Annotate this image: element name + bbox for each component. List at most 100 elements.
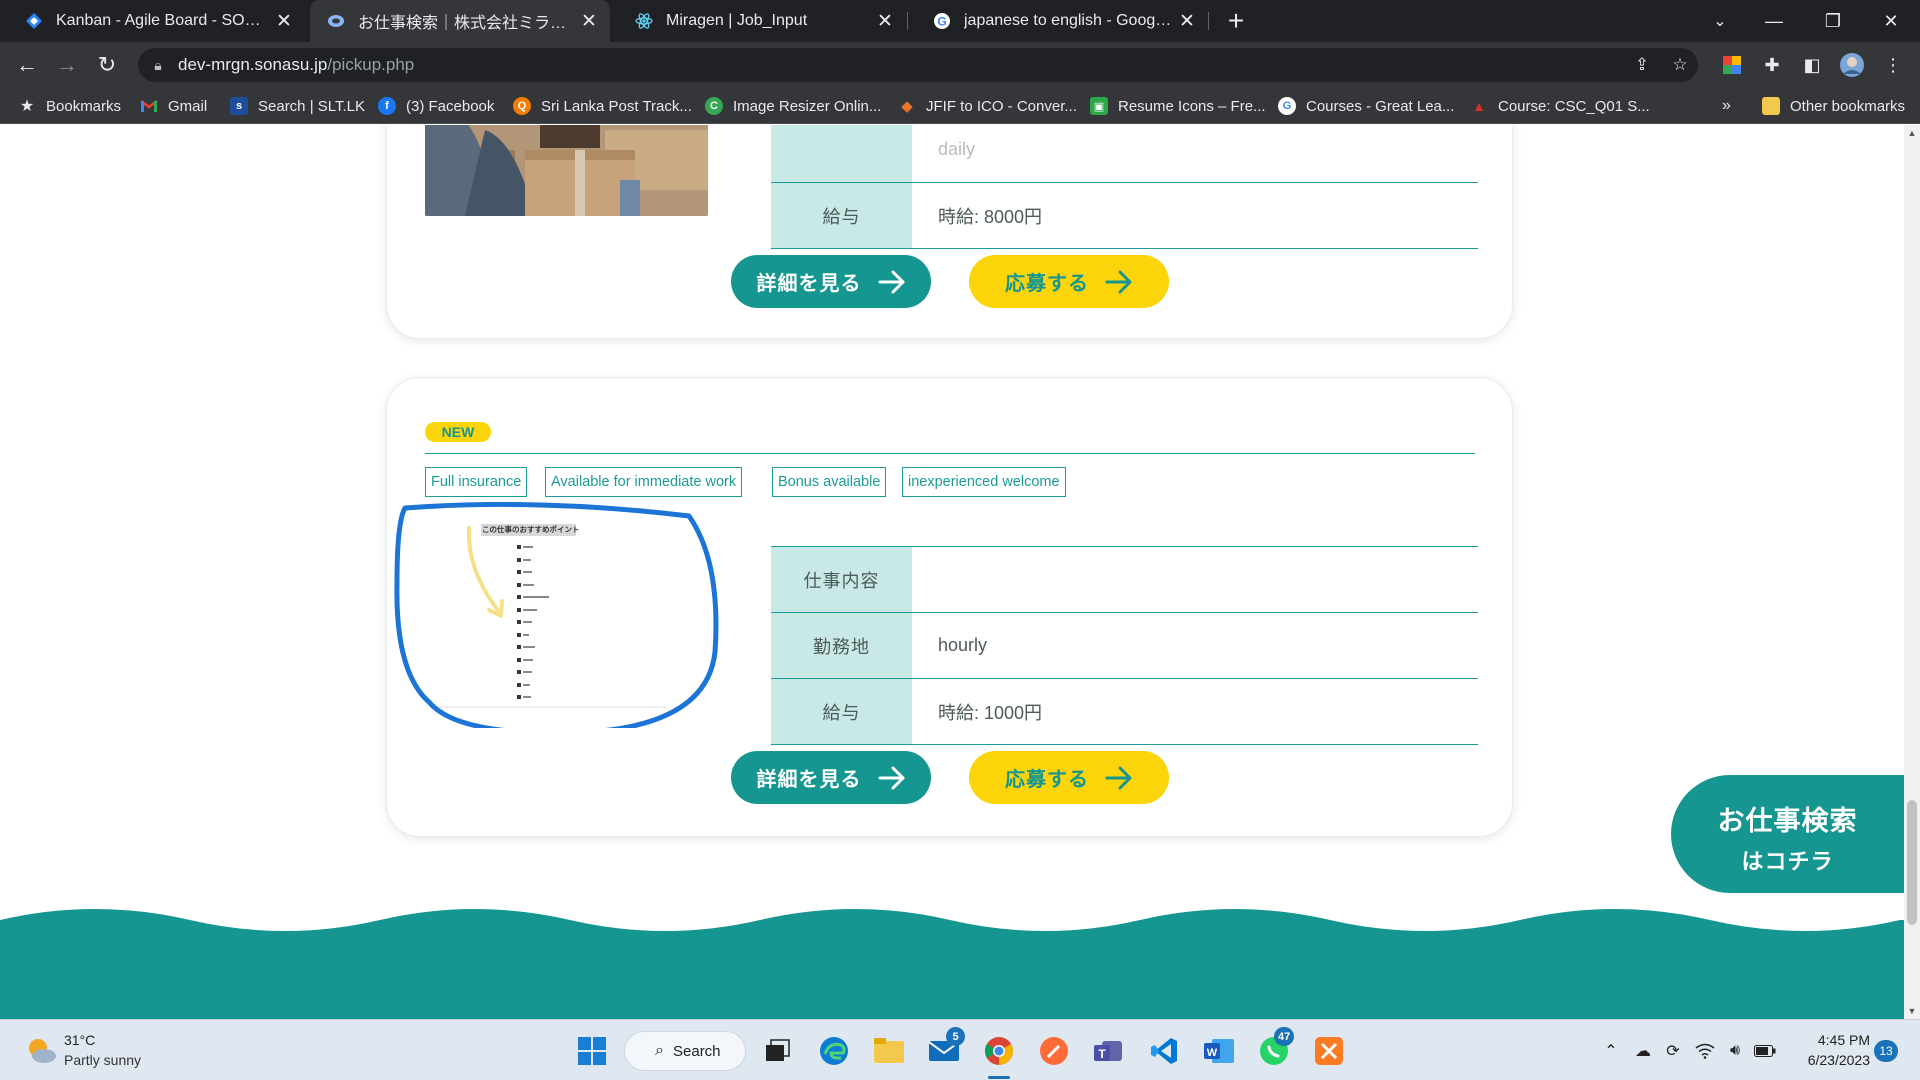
taskbar-search[interactable]: ⌕ Search — [624, 1031, 746, 1071]
sync-icon[interactable]: ⟳ — [1658, 1020, 1688, 1080]
close-tab-icon[interactable]: ✕ — [872, 10, 898, 33]
xampp-icon[interactable] — [1311, 1033, 1347, 1069]
windows-taskbar: 31°C Partly sunny ⌕ Search 5 T W 47 ⌃ ☁ … — [0, 1019, 1920, 1080]
arrow-right-icon — [878, 766, 904, 789]
reload-icon[interactable]: ↻ — [88, 42, 126, 88]
tab-search-chevron-icon[interactable]: ⌄ — [1697, 0, 1743, 42]
info-value: 時給: 1000円 — [938, 702, 1043, 723]
bookmark-resume-icons[interactable]: ▣ Resume Icons – Fre... — [1090, 88, 1266, 124]
teams-icon[interactable]: T — [1091, 1033, 1127, 1069]
battery-icon[interactable] — [1750, 1020, 1780, 1080]
jira-icon — [24, 11, 44, 31]
job-card-new: NEW Full insurance Available for immedia… — [386, 377, 1513, 837]
file-explorer-icon[interactable] — [871, 1033, 907, 1069]
forward-arrow-icon[interactable]: → — [48, 42, 86, 88]
windows-start-icon[interactable] — [574, 1033, 610, 1069]
close-tab-icon[interactable]: ✕ — [576, 10, 602, 33]
share-icon[interactable]: ⇪ — [1624, 48, 1660, 82]
tab-google-search[interactable]: G japanese to english - Google Sea ✕ — [908, 0, 1208, 42]
close-tab-icon[interactable]: ✕ — [271, 10, 297, 33]
bookmark-gmail[interactable]: Gmail — [140, 88, 207, 124]
new-tab-icon[interactable]: + — [1222, 0, 1250, 42]
tag-bonus: Bonus available — [772, 467, 887, 497]
chrome-menu-icon[interactable]: ⋮ — [1876, 48, 1910, 82]
close-tab-icon[interactable]: ✕ — [1174, 10, 1200, 33]
tab-separator — [1208, 12, 1209, 30]
task-view-icon[interactable] — [760, 1033, 796, 1069]
svg-text:T: T — [1098, 1047, 1106, 1061]
clock-date[interactable]: 6/23/2023 — [1790, 1052, 1870, 1068]
bookmark-sl-post[interactable]: Q Sri Lanka Post Track... — [513, 88, 692, 124]
scroll-up-icon[interactable]: ▲ — [1904, 125, 1920, 141]
mail-badge: 5 — [946, 1027, 965, 1046]
wave-footer — [0, 909, 1904, 1019]
tab-strip: Kanban - Agile Board - SONASU ✕ お仕事検索｜株式… — [0, 0, 1920, 42]
info-label: 勤務地 — [771, 613, 912, 678]
tab-kanban[interactable]: Kanban - Agile Board - SONASU ✕ — [0, 0, 305, 42]
bookmark-jfif-ico[interactable]: ◆ JFIF to ICO - Conver... — [898, 88, 1077, 124]
page-scrollbar[interactable]: ▲ ▼ — [1904, 125, 1920, 1019]
post-icon: Q — [513, 97, 531, 115]
apply-button[interactable]: 応募する — [969, 751, 1169, 804]
svg-text:W: W — [1207, 1047, 1218, 1059]
view-details-button[interactable]: 詳細を見る — [731, 255, 931, 308]
resizer-icon: C — [705, 97, 723, 115]
google-icon: G — [1278, 97, 1296, 115]
apply-button[interactable]: 応募する — [969, 255, 1169, 308]
vscode-icon[interactable] — [1146, 1033, 1182, 1069]
show-hidden-icons-icon[interactable]: ⌃ — [1596, 1020, 1626, 1080]
bookmark-bookmarks[interactable]: ★ Bookmarks — [18, 88, 121, 124]
job-card: daily 給与 時給: 8000円 詳細を見る 応募する — [386, 125, 1513, 339]
scroll-down-icon[interactable]: ▼ — [1904, 1003, 1920, 1019]
gmail-icon — [140, 97, 158, 115]
bookmark-image-resizer[interactable]: C Image Resizer Onlin... — [705, 88, 881, 124]
more-bookmarks-icon[interactable]: » — [1722, 88, 1731, 124]
restore-icon[interactable]: ❐ — [1810, 0, 1856, 42]
bookmark-course-csc[interactable]: ▲ Course: CSC_Q01 S... — [1470, 88, 1650, 124]
postman-icon[interactable] — [1036, 1033, 1072, 1069]
site-icon — [326, 11, 346, 31]
lock-icon[interactable]: 🔒︎ — [138, 57, 178, 74]
address-bar[interactable]: 🔒︎ dev-mrgn.sonasu.jp/pickup.php ⇪ ☆ — [138, 48, 1698, 82]
chrome-icon[interactable] — [981, 1033, 1017, 1069]
tab-miragen-job-input[interactable]: Miragen | Job_Input ✕ — [610, 0, 906, 42]
other-bookmarks-folder[interactable]: Other bookmarks — [1762, 88, 1905, 124]
bookmark-star-icon[interactable]: ☆ — [1662, 48, 1698, 82]
info-value: daily — [938, 139, 976, 159]
edge-icon[interactable] — [816, 1033, 852, 1069]
wifi-icon[interactable] — [1690, 1020, 1720, 1080]
notification-count[interactable]: 13 — [1874, 1040, 1898, 1062]
extensions-puzzle-icon[interactable]: ✚ — [1755, 48, 1789, 82]
onedrive-icon[interactable]: ☁ — [1628, 1020, 1658, 1080]
back-arrow-icon[interactable]: ← — [8, 42, 46, 88]
mail-icon[interactable]: 5 — [926, 1027, 965, 1069]
info-label: 給与 — [771, 183, 912, 248]
job-search-float-button[interactable]: お仕事検索 はコチラ — [1671, 775, 1904, 893]
weather-temp[interactable]: 31°C — [64, 1032, 95, 1048]
course-icon: ▲ — [1472, 98, 1486, 114]
profile-avatar[interactable] — [1835, 48, 1869, 82]
color-extension-icon[interactable] — [1715, 48, 1749, 82]
word-icon[interactable]: W — [1201, 1033, 1237, 1069]
bookmark-facebook[interactable]: f (3) Facebook — [378, 88, 494, 124]
active-app-indicator — [988, 1076, 1010, 1079]
info-value: hourly — [938, 635, 988, 655]
side-panel-icon[interactable]: ◧ — [1795, 48, 1829, 82]
weather-desc[interactable]: Partly sunny — [64, 1052, 141, 1068]
info-row-salary: 給与 時給: 8000円 — [771, 183, 1478, 249]
weather-icon[interactable] — [24, 1034, 58, 1068]
new-badge: NEW — [425, 422, 491, 442]
tab-job-search[interactable]: お仕事検索｜株式会社ミラゲン ✕ — [310, 0, 610, 42]
view-details-button[interactable]: 詳細を見る — [731, 751, 931, 804]
scrollbar-thumb[interactable] — [1907, 800, 1917, 925]
bookmark-slt[interactable]: s Search | SLT.LK — [230, 88, 365, 124]
info-label — [771, 125, 912, 182]
window-close-icon[interactable]: ✕ — [1868, 0, 1914, 42]
minimize-icon[interactable]: — — [1751, 0, 1797, 42]
job-info-table: 仕事内容 勤務地 hourly 給与 時給: 1000円 — [771, 546, 1478, 745]
clock-time[interactable]: 4:45 PM — [1790, 1032, 1870, 1048]
bookmark-great-learning[interactable]: G Courses - Great Lea... — [1278, 88, 1454, 124]
volume-icon[interactable]: 🔊︎ — [1720, 1020, 1750, 1080]
whatsapp-icon[interactable]: 47 — [1256, 1027, 1295, 1069]
folder-icon — [1762, 97, 1780, 115]
